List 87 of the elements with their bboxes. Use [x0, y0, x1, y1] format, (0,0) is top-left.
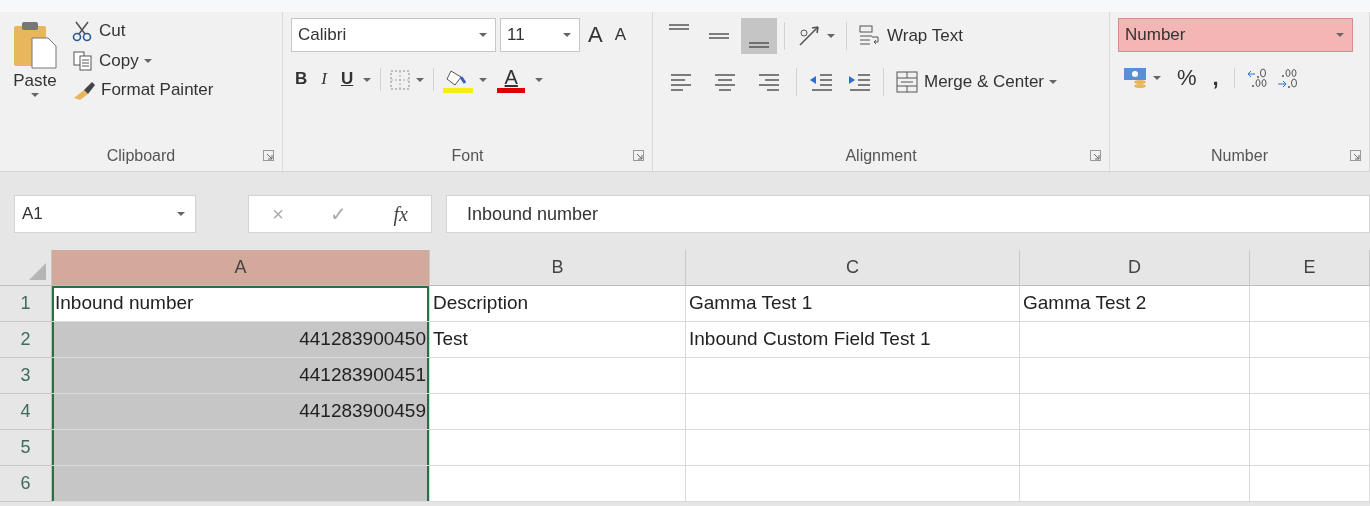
table-cell[interactable]: [52, 466, 430, 502]
table-cell[interactable]: [686, 430, 1020, 466]
table-cell[interactable]: [1020, 466, 1250, 502]
table-cell[interactable]: [1250, 394, 1370, 430]
table-cell[interactable]: [1250, 466, 1370, 502]
clipboard-icon: [12, 20, 58, 70]
group-label: Clipboard: [106, 146, 176, 166]
table-cell[interactable]: Inbound number: [52, 286, 430, 322]
table-cell[interactable]: [686, 358, 1020, 394]
dialog-launcher-icon[interactable]: [633, 150, 644, 161]
vertical-align-icon: [749, 42, 769, 48]
column-header[interactable]: C: [686, 250, 1020, 286]
paintbrush-icon: [72, 80, 96, 100]
dialog-launcher-icon[interactable]: [1090, 150, 1101, 161]
table-cell[interactable]: [1250, 430, 1370, 466]
font-size-dropdown[interactable]: 11: [500, 18, 580, 52]
table-cell[interactable]: [1020, 394, 1250, 430]
cut-button[interactable]: Cut: [68, 18, 218, 44]
decrease-decimal-icon[interactable]: [1275, 67, 1298, 90]
font-name-dropdown[interactable]: Calibri: [291, 18, 496, 52]
bold-button[interactable]: B: [291, 68, 312, 91]
row-header[interactable]: 2: [0, 322, 52, 358]
comma-button[interactable]: ,: [1208, 64, 1223, 93]
table-cell[interactable]: [430, 358, 686, 394]
table-cell[interactable]: 441283900459: [52, 394, 430, 430]
table-cell[interactable]: Inbound Custom Field Test 1: [686, 322, 1020, 358]
increase-decimal-icon[interactable]: [1245, 67, 1268, 90]
merge-cells-icon: [895, 70, 919, 94]
row-header[interactable]: 3: [0, 358, 52, 394]
column-header[interactable]: E: [1250, 250, 1370, 286]
table-cell[interactable]: [430, 430, 686, 466]
name-box[interactable]: A1: [14, 195, 196, 233]
group-label: Font: [451, 146, 484, 166]
table-cell[interactable]: 441283900450: [52, 322, 430, 358]
table-cell[interactable]: [430, 394, 686, 430]
formula-field[interactable]: Inbound number: [446, 195, 1370, 233]
italic-button[interactable]: I: [317, 68, 331, 91]
table-cell[interactable]: Description: [430, 286, 686, 322]
dialog-launcher-icon[interactable]: [263, 150, 274, 161]
money-icon: [1122, 66, 1148, 91]
grow-font-button[interactable]: A: [584, 20, 607, 50]
paste-label: Paste: [13, 72, 57, 91]
merge-center-button[interactable]: Merge & Center: [891, 68, 1061, 96]
wrap-text-icon: [858, 24, 882, 48]
paste-button[interactable]: Paste: [8, 18, 62, 141]
caret-icon[interactable]: [143, 59, 152, 63]
underline-button[interactable]: U: [336, 68, 358, 91]
copy-button[interactable]: Copy: [68, 48, 218, 74]
group-label: Alignment: [845, 146, 917, 166]
table-cell[interactable]: [1250, 322, 1370, 358]
font-color-button[interactable]: A: [493, 64, 530, 95]
column-header[interactable]: B: [430, 250, 686, 286]
table-cell[interactable]: [1020, 430, 1250, 466]
vertical-align-icon: [709, 33, 729, 39]
number-format-dropdown[interactable]: Number: [1118, 18, 1353, 52]
table-cell[interactable]: Gamma Test 1: [686, 286, 1020, 322]
table-cell[interactable]: Gamma Test 2: [1020, 286, 1250, 322]
color-bar-icon: [497, 88, 526, 93]
table-cell[interactable]: [686, 394, 1020, 430]
column-header[interactable]: A: [52, 250, 430, 286]
percent-button[interactable]: %: [1173, 64, 1201, 93]
row-header[interactable]: 6: [0, 466, 52, 502]
format-painter-button[interactable]: Format Painter: [68, 78, 218, 102]
row-header[interactable]: 1: [0, 286, 52, 322]
table-cell[interactable]: [52, 430, 430, 466]
group-label: Number: [1211, 146, 1268, 166]
table-cell[interactable]: [1250, 358, 1370, 394]
table-cell[interactable]: [430, 466, 686, 502]
column-header[interactable]: D: [1020, 250, 1250, 286]
table-cell[interactable]: [1020, 358, 1250, 394]
scissors-icon: [72, 20, 94, 42]
row-header[interactable]: 5: [0, 430, 52, 466]
table-cell[interactable]: [686, 466, 1020, 502]
table-cell[interactable]: [1250, 286, 1370, 322]
row-header[interactable]: 4: [0, 394, 52, 430]
copy-icon: [72, 50, 94, 72]
dialog-launcher-icon[interactable]: [1350, 150, 1361, 161]
table-cell[interactable]: 441283900451: [52, 358, 430, 394]
vertical-align-icon: [669, 24, 689, 30]
select-all-icon[interactable]: [27, 261, 47, 281]
align-bottom-button[interactable]: [741, 18, 777, 54]
shrink-font-button[interactable]: A: [610, 23, 631, 47]
borders-icon[interactable]: [390, 69, 411, 90]
insert-function-button[interactable]: fx: [393, 199, 408, 229]
table-cell[interactable]: [1020, 322, 1250, 358]
table-cell[interactable]: Test: [430, 322, 686, 358]
wrap-text-button[interactable]: Wrap Text: [854, 22, 967, 50]
